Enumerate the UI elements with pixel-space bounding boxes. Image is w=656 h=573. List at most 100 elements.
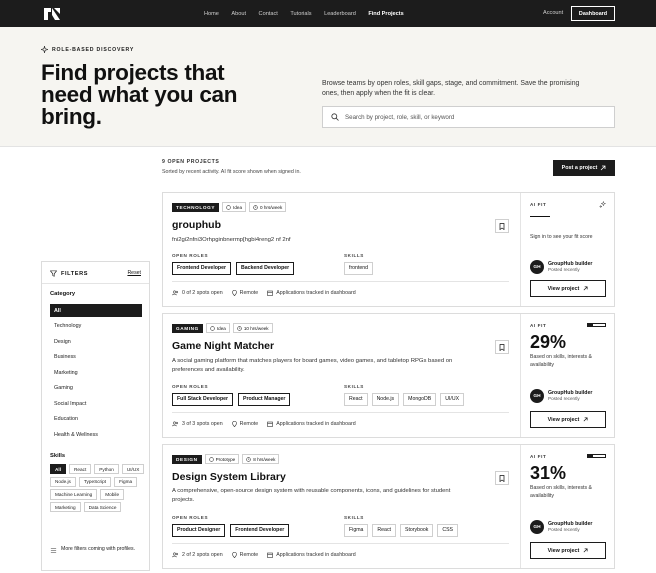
arrow-up-right-icon — [583, 417, 588, 422]
view-project-button[interactable]: View project — [530, 411, 606, 428]
skill-chip: Node.js — [371, 393, 400, 406]
role-chip[interactable]: Backend Developer — [236, 262, 295, 275]
post-project-button[interactable]: Post a project — [553, 160, 615, 176]
category-social-impact[interactable]: Social Impact — [50, 397, 142, 410]
ai-fit-label: AI FIT — [530, 454, 547, 459]
view-project-button[interactable]: View project — [530, 280, 606, 297]
avatar: GH — [530, 520, 544, 534]
project-description: fni2gi2nfni3Orhpginbnermp[hgbi4reng2 nf … — [172, 237, 291, 243]
skill-chip-data-science[interactable]: Data Science — [83, 502, 122, 513]
page-title-line-1: Find projects that — [41, 60, 225, 85]
stage-text: Idea — [233, 204, 243, 210]
stage-text: Idea — [216, 325, 226, 331]
project-title[interactable]: grouphub — [172, 219, 221, 231]
bookmark-button[interactable] — [495, 471, 509, 485]
skill-chip-figma[interactable]: Figma — [114, 476, 138, 487]
category-all[interactable]: All — [50, 304, 142, 317]
fit-note: Based on skills, interests & availabilit… — [530, 485, 592, 499]
nav-link-tutorials[interactable]: Tutorials — [290, 11, 311, 17]
skill-chip: React — [372, 524, 396, 537]
project-card: DESIGN Prototype 8 hrs/week Design Syste… — [162, 444, 615, 569]
project-owner: GH GroupHub builder Posted recently — [530, 260, 592, 274]
page-title: Find projects that need what you can bri… — [41, 60, 301, 128]
tracked-text: Applications tracked in dashboard — [276, 421, 356, 427]
fit-note: Based on skills, interests & availabilit… — [530, 354, 592, 368]
search-input[interactable] — [345, 113, 595, 121]
open-roles: Full Stack Developer Product Manager — [172, 393, 291, 406]
bookmark-button[interactable] — [495, 340, 509, 354]
tracked: Applications tracked in dashboard — [267, 290, 356, 296]
fit-bar — [587, 323, 606, 327]
category-business[interactable]: Business — [50, 351, 142, 364]
nav-link-about[interactable]: About — [231, 11, 246, 17]
skill-chip-machine-learning[interactable]: Machine Learning — [50, 489, 98, 500]
skill-chip-marketing[interactable]: Marketing — [50, 502, 81, 513]
filters-reset-link[interactable]: Reset — [127, 270, 141, 276]
hours-text: 0 hrs/week — [260, 204, 283, 210]
fit-note: Sign in to see your fit score — [530, 234, 593, 240]
skill-chip-react[interactable]: React — [69, 464, 92, 475]
filter-icon — [50, 270, 57, 277]
logo-icon[interactable] — [42, 6, 62, 22]
hours-tag: 8 hrs/week — [242, 454, 280, 464]
category-technology[interactable]: Technology — [50, 320, 142, 333]
role-chip[interactable]: Frontend Developer — [172, 262, 232, 275]
skill-chip-all[interactable]: All — [50, 464, 66, 475]
bookmark-button[interactable] — [495, 219, 509, 233]
project-title[interactable]: Design System Library — [172, 471, 286, 483]
skill-chip-python[interactable]: Python — [94, 464, 119, 475]
skills-title: Skills — [50, 453, 66, 459]
nav-link-contact[interactable]: Contact — [259, 11, 278, 17]
category-marketing[interactable]: Marketing — [50, 366, 142, 379]
hero-description: Browse teams by open roles, skill gaps, … — [322, 80, 580, 97]
stage-tag: Prototype — [204, 454, 240, 464]
open-roles-label: OPEN ROLES — [172, 384, 209, 389]
card-tags: TECHNOLOGY Idea 0 hrs/week — [172, 202, 287, 212]
users-icon — [172, 552, 179, 558]
skill-chip-ui-ux[interactable]: UI/UX — [121, 464, 145, 475]
role-chip[interactable]: Full Stack Developer — [172, 393, 234, 406]
role-chip[interactable]: Product Manager — [238, 393, 291, 406]
nav-link-leaderboard[interactable]: Leaderboard — [324, 11, 356, 17]
skill-chip-mobile[interactable]: Mobile — [100, 489, 125, 500]
role-chip[interactable]: Product Designer — [172, 524, 226, 537]
hero-eyebrow-text: ROLE-BASED DISCOVERY — [52, 46, 135, 53]
more-filters-text: More filters coming with profiles. — [61, 546, 136, 552]
post-project-label: Post a project — [561, 165, 598, 171]
category-education[interactable]: Education — [50, 413, 142, 426]
fit-score: 31% — [530, 463, 567, 483]
search-box[interactable] — [322, 106, 615, 128]
category-title: Category — [50, 291, 76, 297]
list-icon — [50, 548, 57, 553]
tracked: Applications tracked in dashboard — [267, 552, 356, 558]
project-card: TECHNOLOGY Idea 0 hrs/week grouphub fni2… — [162, 192, 615, 307]
ai-fit-panel: AI FIT —— Sign in to see your fit score … — [520, 193, 615, 306]
skill-chip: CSS — [437, 524, 459, 537]
ai-fit-panel: AI FIT 29% Based on skills, interests & … — [520, 314, 615, 437]
nav-link-find-projects[interactable]: Find Projects — [368, 11, 403, 17]
role-chip[interactable]: Frontend Developer — [230, 524, 290, 537]
category-health-wellness[interactable]: Health & Wellness — [50, 428, 142, 441]
project-title[interactable]: Game Night Matcher — [172, 340, 274, 352]
skill-chip-nodejs[interactable]: Node.js — [50, 476, 76, 487]
dashboard-button[interactable]: Dashboard — [571, 6, 615, 21]
view-project-button[interactable]: View project — [530, 542, 606, 559]
category-gaming[interactable]: Gaming — [50, 382, 142, 395]
stage-tag: Idea — [205, 323, 230, 333]
account-link[interactable]: Account — [543, 10, 563, 16]
nav-link-home[interactable]: Home — [204, 11, 219, 17]
sparkle-icon — [599, 201, 606, 208]
spots: 2 of 2 spots open — [172, 552, 223, 558]
hours-text: 8 hrs/week — [253, 456, 276, 462]
project-owner: GH GroupHub builder Posted recently — [530, 520, 592, 534]
open-roles-label: OPEN ROLES — [172, 515, 209, 520]
category-design[interactable]: Design — [50, 335, 142, 348]
more-filters-note: More filters coming with profiles. — [50, 546, 145, 554]
skill-list: Figma React Storybook CSS — [344, 524, 459, 537]
avatar: GH — [530, 260, 544, 274]
open-roles: Product Designer Frontend Developer — [172, 524, 290, 537]
card-footer: 3 of 3 spots open Remote Applications tr… — [172, 421, 356, 427]
project-card: GAMING Idea 10 hrs/week Game Night Match… — [162, 313, 615, 438]
skill-chip-typescript[interactable]: TypeScript — [78, 476, 112, 487]
project-count: 9 OPEN PROJECTS — [162, 159, 220, 165]
